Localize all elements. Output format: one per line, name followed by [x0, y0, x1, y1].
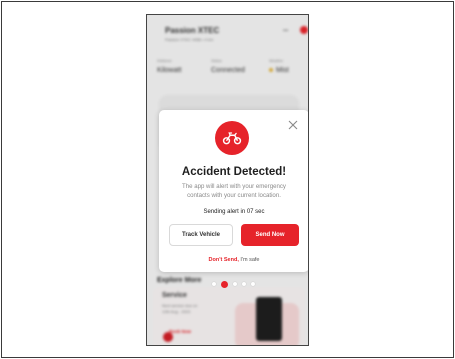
dont-send-suffix: I'm safe [238, 257, 260, 263]
dont-send-link[interactable]: Don't Send, [209, 257, 239, 263]
phone-screen: Passion XTEC Passion XTEC 4958 • 4 km ••… [146, 14, 309, 346]
pager-dot[interactable] [242, 282, 246, 286]
accident-modal: Accident Detected! The app will alert wi… [159, 110, 308, 272]
pager-dot-active[interactable] [221, 280, 228, 288]
close-icon [288, 120, 298, 130]
modal-title: Accident Detected! [181, 166, 287, 178]
dont-send-row: Don't Send, I'm safe [159, 257, 308, 263]
send-now-button[interactable]: Send Now [241, 224, 299, 246]
motorcycle-icon [222, 132, 242, 145]
track-vehicle-button[interactable]: Track Vehicle [169, 224, 233, 246]
alert-countdown: Sending alert in 07 sec [203, 209, 265, 215]
pager-dot[interactable] [233, 282, 237, 286]
pager-dot[interactable] [251, 282, 255, 286]
pager-dot[interactable] [212, 282, 216, 286]
carousel-pager [212, 280, 255, 288]
modal-description: The app will alert with your emergency c… [182, 183, 286, 199]
close-button[interactable] [286, 118, 300, 132]
alert-icon-circle [215, 121, 249, 155]
